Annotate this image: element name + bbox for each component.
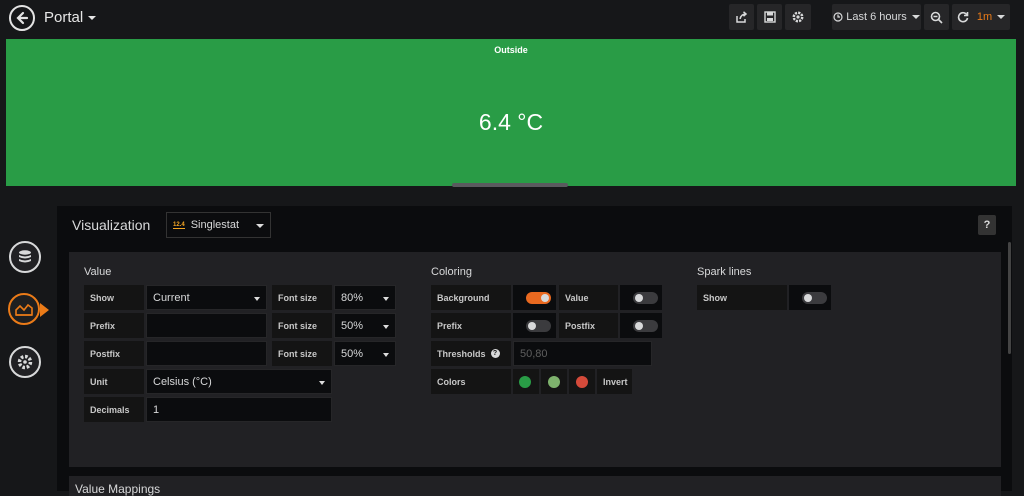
value-color-switch	[633, 292, 658, 304]
postfix-color-label: Postfix	[559, 313, 618, 338]
postfix-font-size-select[interactable]: 50%	[334, 341, 396, 366]
value-section-title: Value	[84, 266, 112, 278]
prefix-font-size-select[interactable]: 50%	[334, 313, 396, 338]
visualization-heading: Visualization	[72, 217, 151, 233]
prefix-color-label: Prefix	[431, 313, 511, 338]
refresh-picker[interactable]: 1m	[952, 4, 1010, 30]
postfix-font-size-label: Font size	[272, 341, 332, 366]
visualization-type-picker[interactable]: 12.4 Singlestat	[166, 212, 271, 238]
value-font-size-label: Font size	[272, 285, 332, 310]
help-icon[interactable]: ?	[490, 349, 500, 358]
chart-icon	[15, 303, 33, 316]
thresholds-label: Thresholds ?	[431, 341, 511, 366]
color-swatch-crit[interactable]	[569, 369, 595, 394]
background-switch	[526, 292, 551, 304]
chevron-down-icon	[254, 297, 260, 301]
prefix-color-switch	[526, 320, 551, 332]
dashboard-title-text: Portal	[44, 9, 84, 26]
back-button[interactable]	[9, 5, 35, 31]
value-font-size-select[interactable]: 80%	[334, 285, 396, 310]
postfix-color-switch	[633, 320, 658, 332]
value-color-toggle[interactable]	[620, 285, 662, 310]
chevron-down-icon	[256, 224, 264, 228]
arrow-left-icon	[16, 11, 29, 25]
visualization-type-label: Singlestat	[190, 219, 239, 231]
spark-show-switch	[802, 292, 827, 304]
panel-resize-handle[interactable]	[452, 183, 568, 187]
postfix-label: Postfix	[84, 341, 144, 366]
clock-icon	[833, 12, 843, 22]
save-icon	[763, 11, 776, 23]
invert-button[interactable]: Invert	[597, 369, 632, 394]
top-navbar: Portal Last 6 hours 1m	[0, 0, 1024, 36]
gear-icon	[792, 11, 804, 23]
time-range-label: Last 6 hours	[846, 11, 907, 23]
postfix-font-size-value: 50%	[341, 347, 364, 360]
colors-label: Colors	[431, 369, 511, 394]
background-label: Background	[431, 285, 511, 310]
chevron-down-icon	[383, 325, 389, 329]
prefix-input[interactable]	[146, 313, 267, 338]
show-stat-select[interactable]: Current	[146, 285, 267, 310]
chevron-down-icon	[88, 16, 97, 21]
value-font-size-value: 80%	[341, 291, 364, 304]
chevron-down-icon	[383, 297, 389, 301]
show-stat-value: Current	[153, 291, 190, 304]
help-button[interactable]: ?	[978, 215, 996, 235]
options-panel: Value Show Current Font size 80% Prefix …	[69, 252, 1001, 467]
zoom-out-button[interactable]	[924, 4, 949, 30]
prefix-label: Prefix	[84, 313, 144, 338]
thresholds-label-text: Thresholds	[437, 348, 486, 359]
color-swatch-ok[interactable]	[513, 369, 539, 394]
queries-tab[interactable]	[9, 241, 41, 273]
spark-show-toggle[interactable]	[789, 285, 831, 310]
visualization-tab[interactable]	[8, 293, 40, 325]
color-dot-red	[576, 375, 588, 388]
gear-icon	[17, 354, 33, 370]
general-tab[interactable]	[9, 346, 41, 378]
active-tab-arrow-icon	[40, 303, 49, 317]
postfix-color-toggle[interactable]	[620, 313, 662, 338]
panel-value: 6.4 °C	[478, 109, 544, 135]
unit-label: Unit	[84, 369, 144, 394]
background-toggle[interactable]	[513, 285, 556, 310]
color-swatch-warn[interactable]	[541, 369, 567, 394]
database-icon	[19, 250, 31, 263]
color-dot-green	[519, 375, 531, 388]
save-button[interactable]	[757, 4, 782, 30]
thresholds-input[interactable]: 50,80	[513, 341, 652, 366]
decimals-label: Decimals	[84, 397, 144, 422]
singlestat-panel-preview: Outside 6.4 °C	[6, 39, 1016, 186]
color-dot-light-green	[548, 375, 560, 388]
value-color-label: Value	[559, 285, 618, 310]
share-button[interactable]	[729, 4, 754, 30]
prefix-color-toggle[interactable]	[513, 313, 556, 338]
zoom-out-icon	[930, 11, 943, 24]
chevron-down-icon	[911, 15, 920, 19]
refresh-icon	[957, 11, 969, 23]
spark-show-label: Show	[697, 285, 787, 310]
prefix-font-size-label: Font size	[272, 313, 332, 338]
refresh-interval-label: 1m	[976, 11, 993, 23]
panel-editor: Visualization 12.4 Singlestat ? Value Sh…	[57, 206, 1012, 496]
unit-select[interactable]: Celsius (°C)	[146, 369, 332, 394]
time-range-picker[interactable]: Last 6 hours	[832, 4, 921, 30]
chevron-down-icon	[383, 353, 389, 357]
postfix-input[interactable]	[146, 341, 267, 366]
value-mappings-header[interactable]: Value Mappings	[69, 476, 1001, 496]
settings-button[interactable]	[785, 4, 811, 30]
show-label: Show	[84, 285, 144, 310]
coloring-section-title: Coloring	[431, 266, 472, 278]
spark-lines-section-title: Spark lines	[697, 266, 752, 278]
panel-title: Outside	[494, 45, 528, 55]
chevron-down-icon	[319, 381, 325, 385]
prefix-font-size-value: 50%	[341, 319, 364, 332]
chevron-down-icon	[997, 15, 1006, 19]
dashboard-title[interactable]: Portal	[44, 9, 97, 26]
singlestat-badge: 12.4	[173, 221, 185, 229]
unit-value: Celsius (°C)	[153, 375, 212, 388]
share-icon	[736, 10, 748, 23]
decimals-input[interactable]: 1	[146, 397, 332, 422]
editor-scrollbar[interactable]	[1008, 242, 1011, 354]
